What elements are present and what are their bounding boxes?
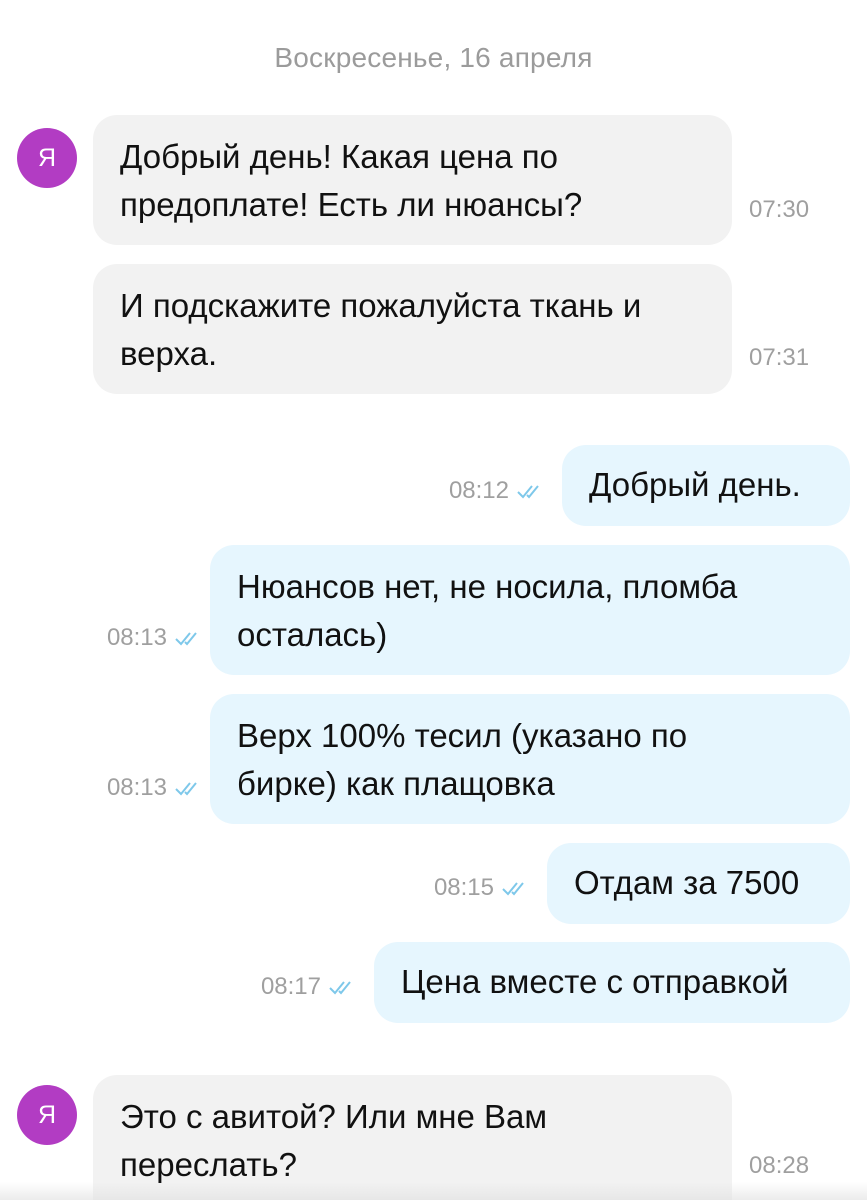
message-time: 08:17	[260, 973, 321, 1000]
message-text-line: И подскажите пожалуйста ткань и	[120, 287, 642, 324]
message-text-line: Цена вместе с отправкой	[401, 963, 789, 1000]
message-time: 07:31	[749, 344, 810, 371]
message-time: 08:13	[106, 624, 167, 651]
date-separator: Воскресенье, 16 апреля	[274, 42, 593, 73]
message-time: 07:30	[749, 196, 810, 223]
message-text-line: предоплате! Есть ли нюансы?	[120, 186, 583, 223]
incoming-message-bubble[interactable]: Добрый день! Какая цена по предоплате! Е…	[93, 115, 732, 245]
outgoing-message-bubble[interactable]: Добрый день.	[562, 445, 850, 526]
message-text-line: Отдам за 7500	[574, 864, 800, 901]
double-check-read-icon	[502, 880, 530, 896]
message-meta: 08:12	[449, 477, 545, 505]
message-time: 08:13	[106, 774, 167, 801]
message-text-line: Нюансов нет, не носила, пломба	[237, 568, 738, 605]
outgoing-message-bubble[interactable]: Верх 100% тесил (указано по бирке) как п…	[210, 694, 850, 824]
message-text-line: Верх 100% тесил (указано по	[237, 717, 688, 754]
outgoing-message-bubble[interactable]: Отдам за 7500	[547, 843, 850, 924]
avatar[interactable]: Я	[17, 128, 77, 188]
double-check-read-icon	[329, 979, 357, 995]
incoming-message-bubble[interactable]: И подскажите пожалуйста ткань и верха.	[93, 264, 732, 394]
message-meta: 08:13	[107, 774, 203, 802]
double-check-read-icon	[175, 630, 203, 646]
message-time: 08:15	[433, 874, 494, 901]
scroll-edge-shadow	[0, 1182, 867, 1200]
message-meta: 08:17	[261, 973, 357, 1001]
message-meta: 08:13	[107, 624, 203, 652]
message-meta: 08:15	[434, 874, 530, 902]
message-time: 08:28	[749, 1152, 810, 1179]
outgoing-message-bubble[interactable]: Нюансов нет, не носила, пломба осталась)	[210, 545, 850, 675]
message-text-line: верха.	[120, 335, 218, 372]
avatar[interactable]: Я	[17, 1085, 77, 1145]
message-text-line: Добрый день.	[589, 466, 801, 503]
message-text-line: осталась)	[237, 616, 388, 653]
double-check-read-icon	[175, 780, 203, 796]
message-time: 08:12	[448, 477, 509, 504]
double-check-read-icon	[517, 483, 545, 499]
outgoing-message-bubble[interactable]: Цена вместе с отправкой	[374, 942, 850, 1023]
message-text-line: бирке) как плащовка	[237, 765, 555, 802]
message-text-line: Добрый день! Какая цена по	[120, 138, 558, 175]
chat-window[interactable]: Воскресенье, 16 апреля Я Добрый день! Ка…	[0, 0, 867, 1200]
message-text-line: Это с авитой? Или мне Вам	[120, 1098, 548, 1135]
